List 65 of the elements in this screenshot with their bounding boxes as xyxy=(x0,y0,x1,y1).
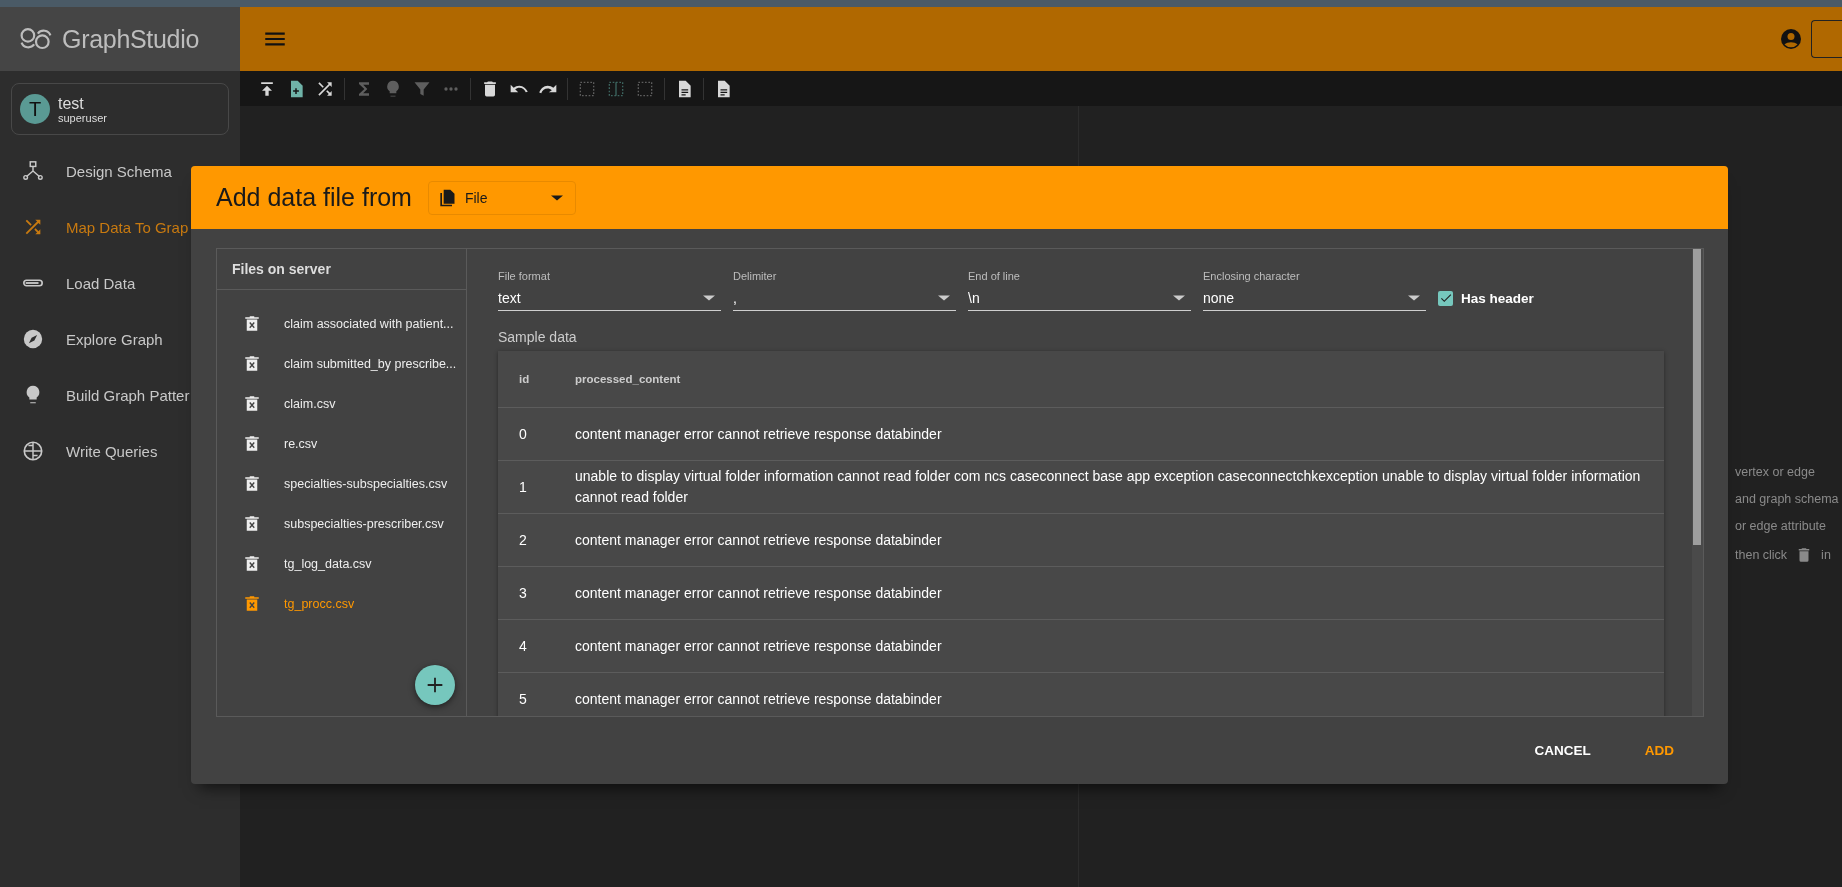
select-field[interactable]: text xyxy=(498,286,721,311)
caret-icon xyxy=(1408,295,1420,301)
app-logo-text: GraphStudio xyxy=(62,24,200,54)
table-cell-text: 3 xyxy=(518,585,528,601)
caret-icon xyxy=(1173,295,1185,301)
file-item[interactable]: tg_log_data.csv xyxy=(217,544,466,584)
checkbox[interactable] xyxy=(1438,290,1453,306)
delete-file-icon[interactable] xyxy=(243,435,261,453)
hint-text: and graph schema xyxy=(1735,492,1840,506)
user-role: superuser xyxy=(58,111,107,124)
file-item[interactable]: tg_procc.csv xyxy=(217,584,466,624)
check-icon xyxy=(1438,291,1453,305)
caret-icon xyxy=(938,295,950,301)
add-file-button[interactable] xyxy=(415,665,455,705)
globe-icon xyxy=(22,440,44,462)
add-button[interactable]: ADD xyxy=(1632,735,1686,766)
field-label: Enclosing character xyxy=(1203,270,1301,282)
table-cell-text: 4 xyxy=(518,638,528,654)
delete-file-icon[interactable] xyxy=(243,475,261,493)
delete-file-icon[interactable] xyxy=(243,315,261,333)
table-cell-text: content manager error cannot retrieve response databinder xyxy=(575,424,943,444)
delete-file-icon[interactable] xyxy=(243,395,261,413)
field-label: Delimiter xyxy=(733,270,778,282)
dialog-title: Add data file from xyxy=(216,183,412,212)
hint-text: vertex or edge xyxy=(1735,465,1816,479)
field-label: End of line xyxy=(968,270,1021,282)
select-field[interactable]: \n xyxy=(968,286,1191,311)
header-button[interactable] xyxy=(1811,20,1842,58)
caret-icon xyxy=(550,194,563,201)
delete-file-icon[interactable] xyxy=(243,595,261,613)
delete-file-icon[interactable] xyxy=(243,355,261,373)
delete-file-icon[interactable] xyxy=(243,515,261,533)
column-header: processed_content xyxy=(575,371,682,387)
compass-icon xyxy=(22,328,44,350)
delete-file-icon[interactable] xyxy=(243,555,261,573)
field-label: File format xyxy=(498,270,551,282)
table-cell-text: unable to display virtual folder information cannot read folder com ncs caseconnect base app exception caseconnectchkexception unable to display virtual folder information cannot read folder xyxy=(575,467,1642,507)
select-field[interactable]: none xyxy=(1203,286,1426,311)
table-cell-text: 0 xyxy=(518,426,528,442)
logo-icon xyxy=(18,26,54,52)
cancel-button[interactable]: CANCEL xyxy=(1522,735,1603,766)
section-label: Sample data xyxy=(498,329,578,345)
schema-icon xyxy=(22,160,44,182)
account-icon[interactable] xyxy=(1779,27,1803,51)
table-cell-text: 1 xyxy=(518,479,528,495)
table-cell-text: content manager error cannot retrieve response databinder xyxy=(575,583,943,603)
checkbox-label: Has header xyxy=(1461,290,1534,306)
user-card[interactable]: T test superuser xyxy=(11,83,229,135)
avatar: T xyxy=(20,94,50,124)
files-heading: Files on server xyxy=(217,249,466,290)
source-select[interactable]: File xyxy=(427,180,576,215)
hint-text: in xyxy=(1821,548,1831,562)
table-cell-text: 5 xyxy=(518,691,528,707)
file-item[interactable]: subspecialties-prescriber.csv xyxy=(217,504,466,544)
scrollbar[interactable] xyxy=(1692,249,1703,716)
caret-icon xyxy=(703,295,715,301)
hint-text: then click xyxy=(1735,548,1788,562)
table-cell-text: 2 xyxy=(518,532,528,548)
user-name: test xyxy=(58,94,85,112)
hint-text: or edge attribute xyxy=(1735,519,1828,533)
table-cell-text: content manager error cannot retrieve response databinder xyxy=(575,636,943,656)
select-field[interactable]: , xyxy=(733,286,956,311)
table-cell-text: content manager error cannot retrieve response databinder xyxy=(575,689,943,709)
table-cell-text: content manager error cannot retrieve response databinder xyxy=(575,530,943,550)
column-header: id xyxy=(518,373,531,385)
